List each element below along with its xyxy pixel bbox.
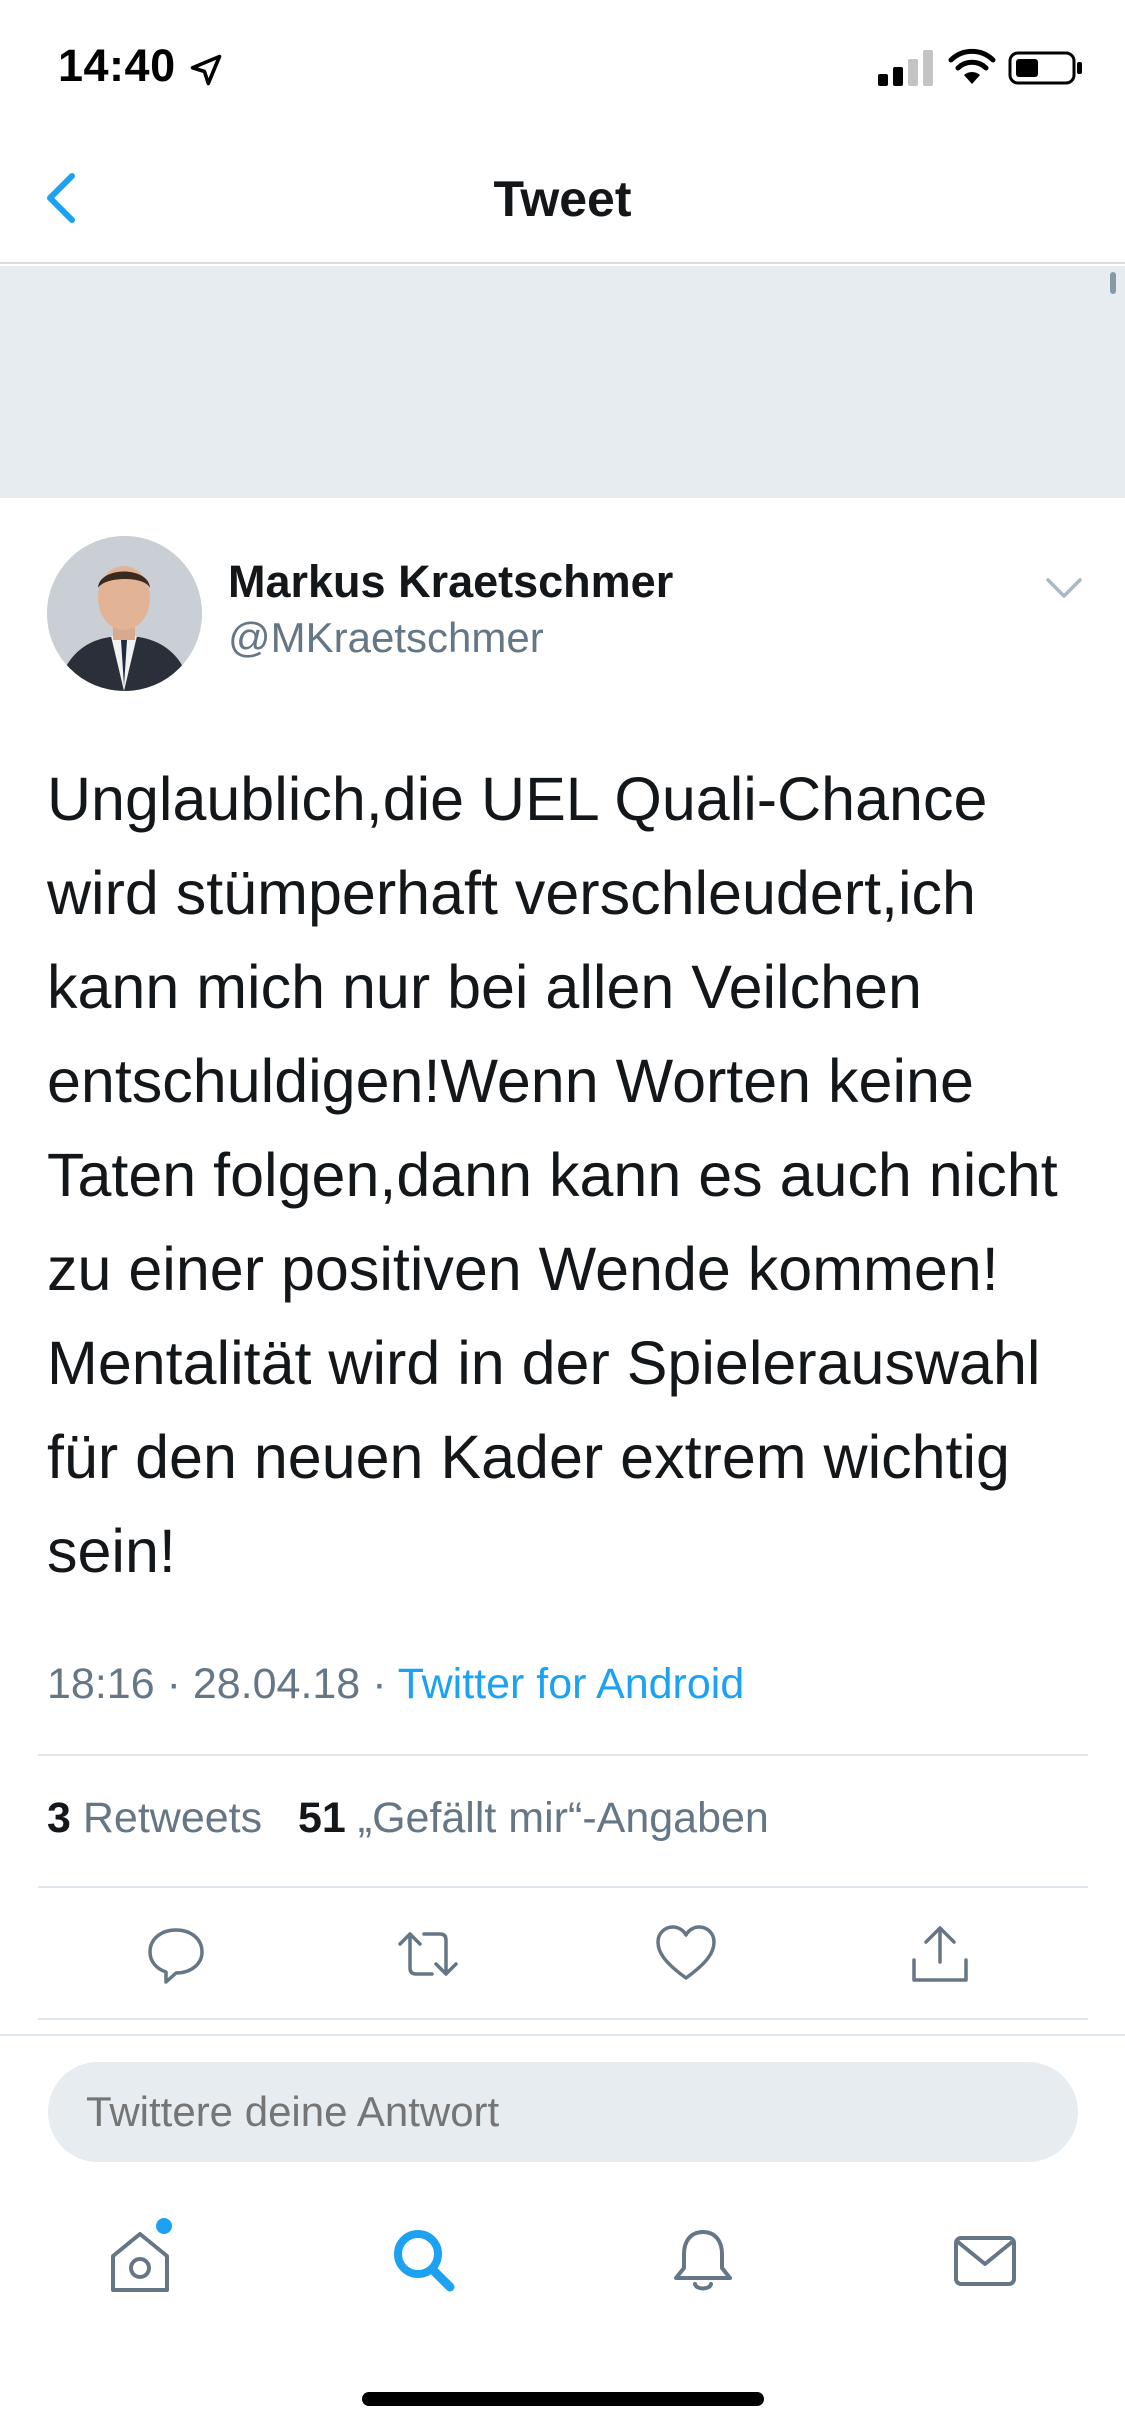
tweet-stats: 3 Retweets 51 „Gefällt mir“-Angaben bbox=[47, 1794, 769, 1843]
tweet-meta: 18:16 · 28.04.18 · Twitter for Android bbox=[47, 1660, 744, 1709]
parent-tweet-placeholder bbox=[0, 266, 1125, 498]
tweet-source-link[interactable]: Twitter for Android bbox=[398, 1660, 745, 1708]
likes-stat[interactable]: 51 „Gefällt mir“-Angaben bbox=[298, 1794, 769, 1842]
divider bbox=[38, 1886, 1088, 1888]
like-icon[interactable] bbox=[654, 1922, 718, 1986]
chevron-down-icon[interactable] bbox=[1042, 570, 1086, 606]
status-time: 14:40 bbox=[58, 40, 176, 91]
avatar-photo bbox=[47, 536, 202, 691]
wifi-icon bbox=[948, 48, 996, 84]
reply-icon[interactable] bbox=[144, 1922, 208, 1986]
reply-input[interactable] bbox=[48, 2062, 1078, 2162]
share-icon[interactable] bbox=[908, 1922, 972, 1986]
battery-icon bbox=[1008, 51, 1082, 85]
meta-separator: · bbox=[166, 1660, 181, 1708]
tweet-time: 18:16 bbox=[47, 1660, 155, 1708]
like-label: „Gefällt mir“-Angaben bbox=[357, 1794, 769, 1842]
home-indicator bbox=[362, 2392, 764, 2406]
retweet-icon[interactable] bbox=[396, 1922, 460, 1986]
avatar[interactable] bbox=[47, 536, 202, 691]
page-title: Tweet bbox=[493, 171, 632, 227]
retweets-stat[interactable]: 3 Retweets bbox=[47, 1794, 262, 1842]
retweet-count: 3 bbox=[47, 1794, 71, 1842]
location-arrow-icon bbox=[190, 54, 222, 86]
tweet-text: Unglaublich,die UEL Quali-Chance wird st… bbox=[47, 765, 1058, 1585]
scroll-indicator bbox=[1110, 272, 1116, 294]
home-icon[interactable] bbox=[105, 2224, 175, 2296]
tweet-date: 28.04.18 bbox=[192, 1660, 361, 1708]
messages-icon[interactable] bbox=[950, 2224, 1020, 2296]
notifications-icon[interactable] bbox=[668, 2224, 738, 2296]
meta-separator: · bbox=[372, 1660, 387, 1708]
divider bbox=[38, 2018, 1088, 2020]
nav-bar: Tweet bbox=[0, 132, 1125, 264]
status-bar: 14:40 bbox=[0, 0, 1125, 132]
author-handle[interactable]: @MKraetschmer bbox=[228, 614, 544, 662]
search-icon[interactable] bbox=[388, 2224, 458, 2296]
divider bbox=[38, 1754, 1088, 1756]
retweet-label: Retweets bbox=[82, 1794, 263, 1842]
cellular-signal-icon bbox=[878, 50, 933, 86]
reply-bar-divider bbox=[0, 2034, 1125, 2036]
like-count: 51 bbox=[297, 1794, 346, 1842]
author-name[interactable]: Markus Kraetschmer bbox=[228, 556, 673, 608]
home-notification-dot bbox=[156, 2218, 172, 2234]
